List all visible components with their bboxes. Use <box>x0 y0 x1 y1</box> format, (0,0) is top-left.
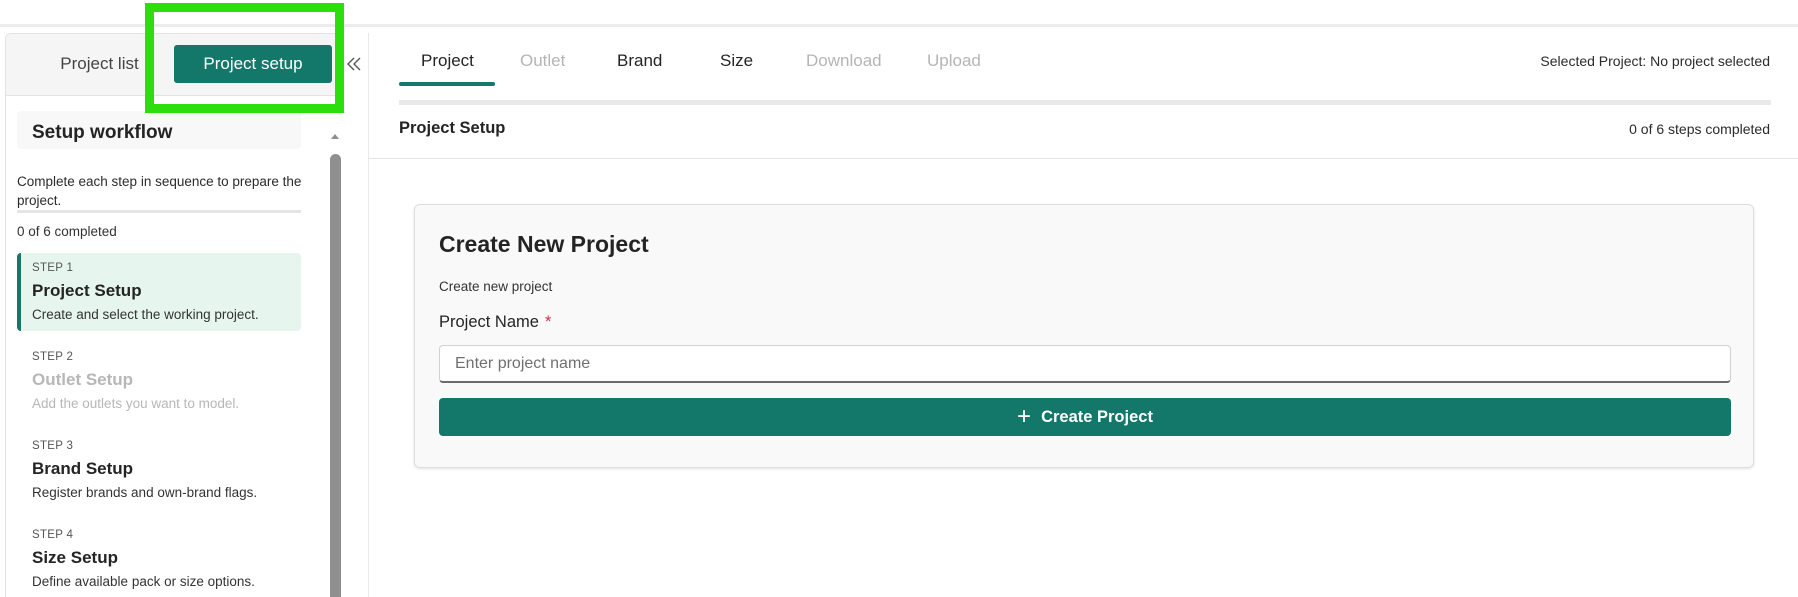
step-description: Add the outlets you want to model. <box>32 396 240 411</box>
project-name-input[interactable] <box>439 345 1731 383</box>
highlight-box <box>145 3 344 113</box>
tab-outlet: Outlet <box>520 51 566 70</box>
main-panel: Project Outlet Brand Size Download Uploa… <box>368 33 1798 597</box>
steps-completed-label: 0 of 6 steps completed <box>1629 121 1770 137</box>
setup-workflow-panel: Setup workflow Complete each step in seq… <box>6 96 326 597</box>
project-name-label: Project Name * <box>439 313 551 332</box>
step-description: Create and select the working project. <box>32 307 259 322</box>
workflow-title: Setup workflow <box>32 122 173 143</box>
step-title: Outlet Setup <box>32 370 134 389</box>
double-chevron-left-icon[interactable] <box>345 55 363 73</box>
step-number: STEP 1 <box>32 262 74 274</box>
workflow-completed-count: 0 of 6 completed <box>17 224 117 239</box>
step-description: Register brands and own-brand flags. <box>32 485 258 500</box>
tab-size[interactable]: Size <box>720 51 753 71</box>
create-project-button-label: Create Project <box>1041 407 1153 426</box>
step-brand-setup[interactable]: STEP 3 Brand Setup Register brands and o… <box>17 431 301 509</box>
tab-download: Download <box>806 51 882 70</box>
project-name-label-text: Project Name <box>439 313 539 331</box>
step-description: Define available pack or size options. <box>32 574 255 589</box>
scroll-up-arrow-icon[interactable] <box>331 134 339 139</box>
scrollbar-thumb[interactable] <box>330 154 341 597</box>
tab-brand[interactable]: Brand <box>617 51 662 71</box>
step-title: Brand Setup <box>32 459 134 478</box>
plus-icon: + <box>1017 403 1032 430</box>
step-size-setup[interactable]: STEP 4 Size Setup Define available pack … <box>17 520 301 597</box>
required-marker: * <box>544 313 552 331</box>
selected-project-label: Selected Project: No project selected <box>1540 53 1770 69</box>
step-title: Size Setup <box>32 548 118 567</box>
step-outlet-setup: STEP 2 Outlet Setup Add the outlets you … <box>17 342 301 420</box>
workflow-progress-bar <box>17 210 301 213</box>
workflow-description: Complete each step in sequence to prepar… <box>17 174 302 208</box>
step-number: STEP 4 <box>32 529 74 541</box>
step-title: Project Setup <box>32 281 142 300</box>
page-title: Project Setup <box>399 119 506 137</box>
card-subtitle: Create new project <box>439 279 553 294</box>
step-number: STEP 2 <box>32 351 74 363</box>
card-title: Create New Project <box>439 231 649 257</box>
tab-upload: Upload <box>927 51 981 70</box>
create-project-button[interactable]: + Create Project <box>439 398 1731 436</box>
nav-divider <box>399 100 1771 105</box>
section-divider <box>369 158 1798 159</box>
tab-project[interactable]: Project <box>421 51 474 71</box>
active-tab-indicator <box>399 82 495 86</box>
sidebar-scrollbar[interactable] <box>326 96 344 597</box>
create-project-card: Create New Project Create new project Pr… <box>414 204 1754 468</box>
step-project-setup[interactable]: STEP 1 Project Setup Create and select t… <box>17 253 301 331</box>
step-number: STEP 3 <box>32 440 74 452</box>
sidebar: Project list Project setup Setup workflo… <box>5 33 344 597</box>
